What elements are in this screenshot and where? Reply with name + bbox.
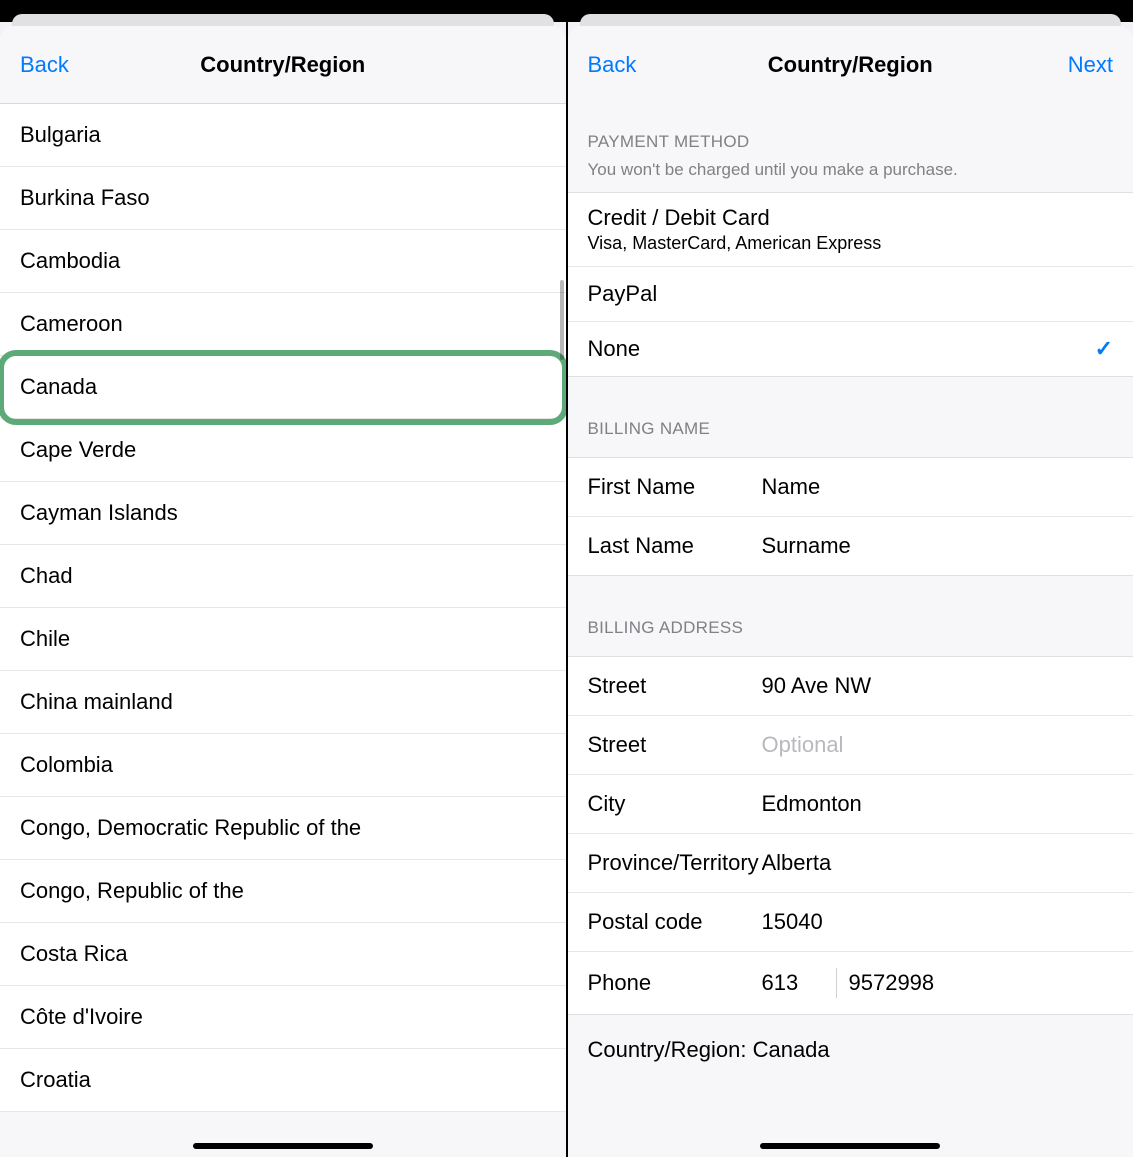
phone-number-input[interactable] <box>849 970 1133 996</box>
payment-option-label: PayPal <box>588 281 658 307</box>
city-row[interactable]: City <box>568 775 1133 834</box>
billing-address-fields: Street Street City Province/Territory Po… <box>568 656 1133 1015</box>
country-item[interactable]: Congo, Republic of the <box>0 860 566 923</box>
payment-method-note: You won't be charged until you make a pu… <box>568 158 1133 192</box>
country-list-content[interactable]: BulgariaBurkina FasoCambodiaCameroonCana… <box>0 104 566 1157</box>
country-item[interactable]: Cameroon <box>0 293 566 356</box>
first-name-label: First Name <box>588 474 762 500</box>
page-title: Country/Region <box>200 52 365 78</box>
country-item[interactable]: Cayman Islands <box>0 482 566 545</box>
street2-input[interactable] <box>762 732 1114 758</box>
next-button[interactable]: Next <box>1033 52 1113 78</box>
scrollbar-thumb[interactable] <box>560 280 564 360</box>
payment-option-label: Credit / Debit Card <box>588 205 1114 231</box>
payment-option-label: None <box>588 336 641 362</box>
page-title: Country/Region <box>768 52 933 78</box>
form-content[interactable]: Payment Method You won't be charged unti… <box>568 104 1133 1157</box>
right-screen: Back Country/Region Next Payment Method … <box>568 0 1133 1157</box>
country-item[interactable]: Burkina Faso <box>0 167 566 230</box>
first-name-row[interactable]: First Name <box>568 458 1133 517</box>
first-name-input[interactable] <box>762 474 1114 500</box>
phone-separator <box>836 968 837 998</box>
city-input[interactable] <box>762 791 1114 817</box>
city-label: City <box>588 791 762 817</box>
postal-input[interactable] <box>762 909 1114 935</box>
street2-row[interactable]: Street <box>568 716 1133 775</box>
province-row[interactable]: Province/Territory <box>568 834 1133 893</box>
country-item[interactable]: Costa Rica <box>0 923 566 986</box>
street2-label: Street <box>588 732 762 758</box>
country-item[interactable]: Cape Verde <box>0 419 566 482</box>
street1-row[interactable]: Street <box>568 657 1133 716</box>
country-region-footer[interactable]: Country/Region: Canada <box>568 1015 1133 1063</box>
phone-value-wrap <box>762 968 1133 998</box>
postal-row[interactable]: Postal code <box>568 893 1133 952</box>
country-item[interactable]: Croatia <box>0 1049 566 1112</box>
street1-input[interactable] <box>762 673 1114 699</box>
navbar: Back Country/Region Next <box>568 26 1133 104</box>
country-item[interactable]: Bulgaria <box>0 104 566 167</box>
navbar: Back Country/Region <box>0 26 566 104</box>
province-input[interactable] <box>762 850 1114 876</box>
country-item[interactable]: Côte d'Ivoire <box>0 986 566 1049</box>
last-name-input[interactable] <box>762 533 1114 559</box>
billing-name-header: Billing Name <box>568 377 1133 457</box>
home-indicator[interactable] <box>193 1143 373 1149</box>
payment-option[interactable]: Credit / Debit CardVisa, MasterCard, Ame… <box>568 193 1133 267</box>
payment-options: Credit / Debit CardVisa, MasterCard, Ame… <box>568 192 1133 377</box>
payment-option-sublabel: Visa, MasterCard, American Express <box>588 233 1114 254</box>
street1-label: Street <box>588 673 762 699</box>
phone-row[interactable]: Phone <box>568 952 1133 1014</box>
left-screen: Back Country/Region BulgariaBurkina Faso… <box>0 0 566 1157</box>
country-item[interactable]: Canada <box>0 356 566 419</box>
country-item[interactable]: China mainland <box>0 671 566 734</box>
last-name-label: Last Name <box>588 533 762 559</box>
phone-label: Phone <box>588 970 762 996</box>
postal-label: Postal code <box>588 909 762 935</box>
payment-option[interactable]: None ✓ <box>568 322 1133 376</box>
last-name-row[interactable]: Last Name <box>568 517 1133 575</box>
back-button[interactable]: Back <box>588 52 668 78</box>
province-label: Province/Territory <box>588 850 762 876</box>
country-list: BulgariaBurkina FasoCambodiaCameroonCana… <box>0 104 566 1112</box>
billing-address-header: Billing Address <box>568 576 1133 656</box>
country-item[interactable]: Chile <box>0 608 566 671</box>
country-item[interactable]: Colombia <box>0 734 566 797</box>
back-button[interactable]: Back <box>20 52 100 78</box>
payment-sheet: Back Country/Region Next Payment Method … <box>568 26 1133 1157</box>
payment-method-header: Payment Method <box>568 104 1133 158</box>
home-indicator[interactable] <box>760 1143 940 1149</box>
country-item[interactable]: Chad <box>0 545 566 608</box>
checkmark-icon: ✓ <box>1095 336 1113 362</box>
country-sheet: Back Country/Region BulgariaBurkina Faso… <box>0 26 566 1157</box>
country-item[interactable]: Cambodia <box>0 230 566 293</box>
payment-option[interactable]: PayPal <box>568 267 1133 322</box>
phone-code-input[interactable] <box>762 970 824 996</box>
country-item[interactable]: Congo, Democratic Republic of the <box>0 797 566 860</box>
billing-name-fields: First Name Last Name <box>568 457 1133 576</box>
